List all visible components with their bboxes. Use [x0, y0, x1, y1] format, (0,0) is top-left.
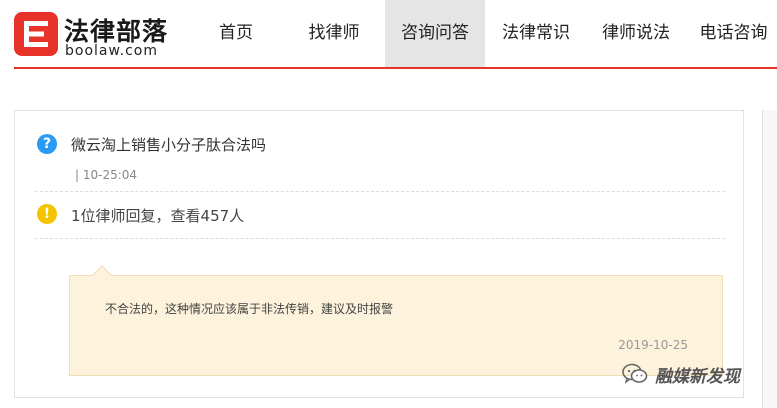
divider — [35, 191, 725, 192]
watermark-text: 融媒新发现 — [655, 367, 740, 387]
nav-item-find-lawyer[interactable]: 找律师 — [292, 0, 376, 67]
nav-item-consult-qa[interactable]: 咨询问答 — [385, 0, 485, 67]
nav-item-phone-consult[interactable]: 电话咨询 — [690, 0, 777, 67]
nav-item-legal-knowledge[interactable]: 法律常识 — [490, 0, 582, 67]
watermark: 融媒新发现 — [622, 360, 772, 390]
site-header: 法律部落 boolaw.com 首页 找律师 咨询问答 法律常识 律师说法 电话… — [0, 0, 777, 70]
header-divider — [14, 67, 777, 69]
site-logo[interactable]: 法律部落 boolaw.com — [14, 10, 184, 60]
logo-domain: boolaw.com — [65, 43, 159, 59]
question-icon: ? — [37, 134, 57, 154]
nav-item-home[interactable]: 首页 — [196, 0, 276, 67]
question-card: ? 微云淘上销售小分子肽合法吗 | 10-25:04 ! 1位律师回复，查看45… — [14, 110, 744, 398]
nav-item-lawyer-talk[interactable]: 律师说法 — [590, 0, 682, 67]
question-time: | 10-25:04 — [75, 168, 138, 182]
reply-stats: 1位律师回复，查看457人 — [71, 207, 245, 225]
wechat-icon — [622, 363, 648, 384]
answer-date: 2019-10-25 — [618, 338, 688, 352]
answer-caret — [92, 265, 112, 285]
question-title[interactable]: 微云淘上销售小分子肽合法吗 — [71, 134, 266, 155]
divider — [35, 238, 725, 239]
exclamation-icon: ! — [37, 204, 57, 224]
logo-icon — [14, 12, 58, 56]
answer-text: 不合法的，这种情况应该属于非法传销，建议及时报警 — [105, 302, 394, 316]
